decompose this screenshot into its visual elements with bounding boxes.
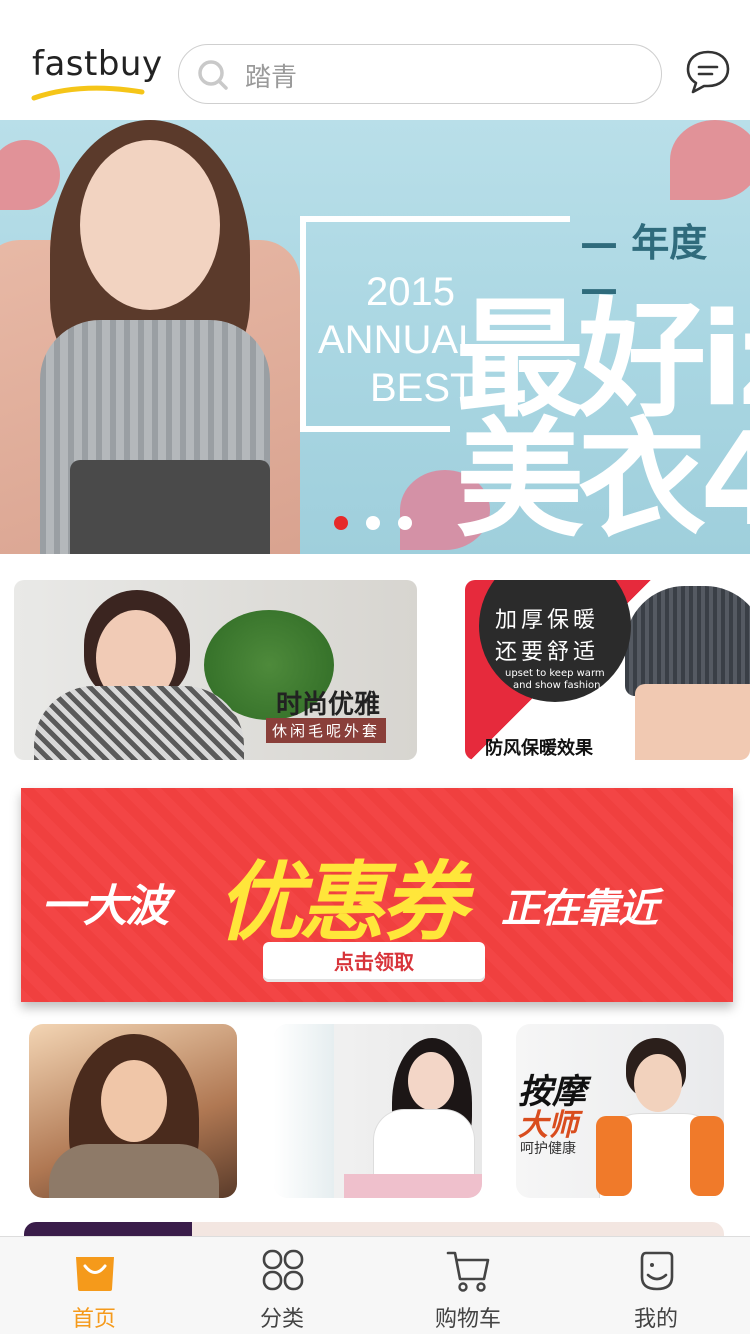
curtain (274, 1024, 334, 1198)
banner-frame (300, 426, 450, 432)
promo-english-2: and show fashion (513, 680, 601, 691)
model-figure (34, 590, 244, 760)
banner-frame (300, 216, 570, 222)
banner-frame (300, 216, 306, 426)
promo-title: 时尚优雅 (276, 690, 381, 720)
model-face (80, 140, 220, 310)
hero-banner[interactable]: 2015 ANNUAL BEST — 年度 — 最好iz 美衣4 (0, 120, 750, 554)
tab-label: 首页 (71, 1307, 116, 1332)
model-skirt (70, 460, 270, 554)
promo-card-hat[interactable]: 加厚保暖 还要舒适 upset to keep warm and show fa… (465, 580, 750, 760)
model-face (635, 684, 750, 760)
tab-home[interactable]: 首页 (34, 1237, 154, 1334)
coupon-text-right: 正在靠近 (501, 886, 658, 932)
tab-label: 我的 (633, 1307, 678, 1332)
bottom-tab-bar: 首页 分类 购物车 我的 (0, 1236, 750, 1334)
claim-coupon-button[interactable]: 点击领取 (263, 942, 485, 982)
model-coat (34, 686, 244, 760)
tab-label: 分类 (259, 1307, 304, 1332)
tab-profile[interactable]: 我的 (596, 1237, 716, 1334)
carousel-dot-active[interactable] (334, 516, 348, 530)
coupon-text-left: 一大波 (41, 881, 169, 932)
coupon-text-main: 优惠券 (217, 853, 467, 953)
profile-icon (640, 1251, 674, 1291)
product-thumb-massage[interactable]: 按摩 大师 呵护健康 (516, 1024, 724, 1198)
tab-cart[interactable]: 购物车 (408, 1237, 528, 1334)
promo-line-2: 还要舒适 (495, 640, 600, 665)
promo-line-1: 加厚保暖 (495, 608, 600, 633)
model-body (49, 1144, 219, 1198)
coupon-banner[interactable]: 一大波 优惠券 正在靠近 点击领取 (21, 788, 733, 1002)
model-face (408, 1052, 454, 1110)
carousel-dot[interactable] (398, 516, 412, 530)
banner-year: 2015 (366, 270, 455, 314)
logo-swoosh-icon (31, 85, 145, 101)
shopping-bag-icon (76, 1257, 114, 1291)
tab-category[interactable]: 分类 (222, 1237, 342, 1334)
fastbuy-logo[interactable]: fastbuy (30, 44, 162, 104)
promo-subtitle: 休闲毛呢外套 (266, 718, 387, 743)
flower-decoration (0, 140, 60, 210)
model-face (634, 1054, 682, 1112)
search-placeholder: 踏青 (245, 63, 298, 93)
cart-icon (446, 1251, 490, 1292)
banner-headline-2: 美衣4 (456, 406, 750, 554)
carousel-dot[interactable] (366, 516, 380, 530)
grid-category-icon (262, 1249, 304, 1291)
flower-decoration (670, 120, 750, 200)
promo-card-coat[interactable]: 时尚优雅 休闲毛呢外套 (14, 580, 417, 760)
tab-label: 购物车 (434, 1307, 501, 1332)
promo-english-1: upset to keep warm (505, 668, 605, 679)
massager-device (596, 1116, 632, 1196)
thumb-small-text: 呵护健康 (520, 1141, 576, 1157)
search-icon (198, 60, 228, 90)
product-thumb[interactable] (274, 1024, 482, 1198)
promo-caption: 防风保暖效果 (485, 738, 593, 759)
model-skirt (344, 1174, 482, 1198)
message-icon[interactable] (684, 48, 732, 96)
model-face (101, 1060, 167, 1142)
massager-device (690, 1116, 724, 1196)
model-hat (625, 586, 750, 696)
search-input[interactable]: 踏青 (178, 44, 662, 104)
product-thumb[interactable] (29, 1024, 237, 1198)
top-header: fastbuy 踏青 (0, 0, 750, 120)
